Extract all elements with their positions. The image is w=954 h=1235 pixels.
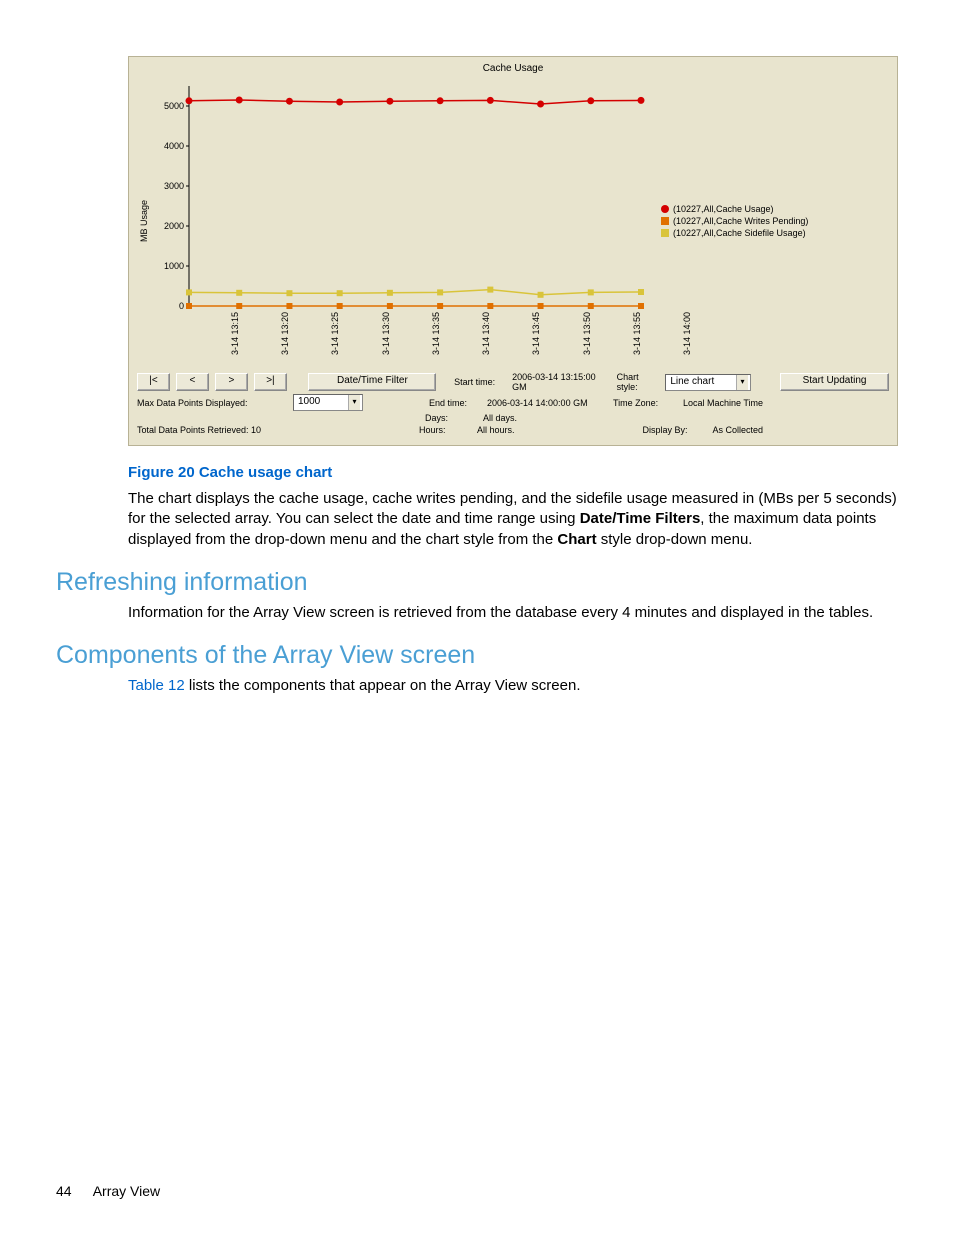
nav-prev-button[interactable]: < [176,373,209,391]
legend-item: (10227,All,Cache Writes Pending) [661,215,808,227]
hours-label: Hours: [419,425,471,435]
start-updating-button[interactable]: Start Updating [780,373,889,391]
figure-caption: Figure 20 Cache usage chart [128,464,898,481]
days-label: Days: [425,413,477,423]
heading-components: Components of the Array View screen [56,641,898,670]
chart-style-label: Chart style: [617,372,660,392]
display-by-value: As Collected [712,425,763,435]
chart-x-tick: 3-14 14:00 [682,312,692,355]
chart-title: Cache Usage [137,63,889,74]
chart-svg: 0 1000 2000 3000 4000 5000 [151,76,651,366]
svg-text:0: 0 [179,301,184,311]
legend-label: (10227,All,Cache Writes Pending) [673,215,808,227]
svg-text:4000: 4000 [164,141,184,151]
end-time-label: End time: [429,398,481,408]
svg-text:3000: 3000 [164,181,184,191]
chart-plot-area: 010002000300040005000 3-14 13:153-14 13:… [151,76,651,366]
nav-first-button[interactable]: |< [137,373,170,391]
end-time-value: 2006-03-14 14:00:00 GM [487,398,588,408]
time-zone-value: Local Machine Time [683,398,763,408]
document-page: Cache Usage MB Usage 0 1000 2000 3000 4000 50… [0,0,954,1235]
start-time-label: Start time: [454,377,506,387]
nav-last-button[interactable]: >| [254,373,287,391]
legend-item: (10227,All,Cache Usage) [661,203,808,215]
legend-item: (10227,All,Cache Sidefile Usage) [661,227,808,239]
legend-marker-icon [661,205,669,213]
legend-label: (10227,All,Cache Usage) [673,203,774,215]
total-data-points-label: Total Data Points Retrieved: 10 [137,425,353,435]
svg-text:2000: 2000 [164,221,184,231]
days-value: All days. [483,413,517,423]
svg-text:5000: 5000 [164,101,184,111]
hours-value: All hours. [477,425,515,435]
footer-section-title: Array View [93,1183,160,1199]
max-data-points-label: Max Data Points Displayed: [137,398,287,408]
page-number: 44 [56,1183,72,1199]
chart-style-select[interactable]: Line chart [665,374,751,391]
chart-legend: (10227,All,Cache Usage)(10227,All,Cache … [651,203,808,239]
date-time-filter-button[interactable]: Date/Time Filter [308,373,436,391]
time-zone-label: Time Zone: [613,398,677,408]
legend-marker-icon [661,217,669,225]
table-12-link[interactable]: Table 12 [128,677,185,694]
heading-refreshing-information: Refreshing information [56,568,898,597]
refreshing-information-text: Information for the Array View screen is… [128,603,898,623]
start-time-value: 2006-03-14 13:15:00 GM [512,372,605,392]
cache-usage-chart-panel: Cache Usage MB Usage 0 1000 2000 3000 4000 50… [128,56,898,446]
figure-description: The chart displays the cache usage, cach… [128,489,898,550]
nav-next-button[interactable]: > [215,373,248,391]
page-footer: 44 Array View [56,1183,160,1199]
svg-text:1000: 1000 [164,261,184,271]
display-by-label: Display By: [642,425,706,435]
chart-y-axis-label: MB Usage [137,200,151,242]
chart-controls: |< < > >| Date/Time Filter Start time: 20… [137,372,889,435]
max-data-points-select[interactable]: 1000 [293,394,363,411]
legend-marker-icon [661,229,669,237]
legend-label: (10227,All,Cache Sidefile Usage) [673,227,806,239]
components-text: Table 12 lists the components that appea… [128,676,898,696]
